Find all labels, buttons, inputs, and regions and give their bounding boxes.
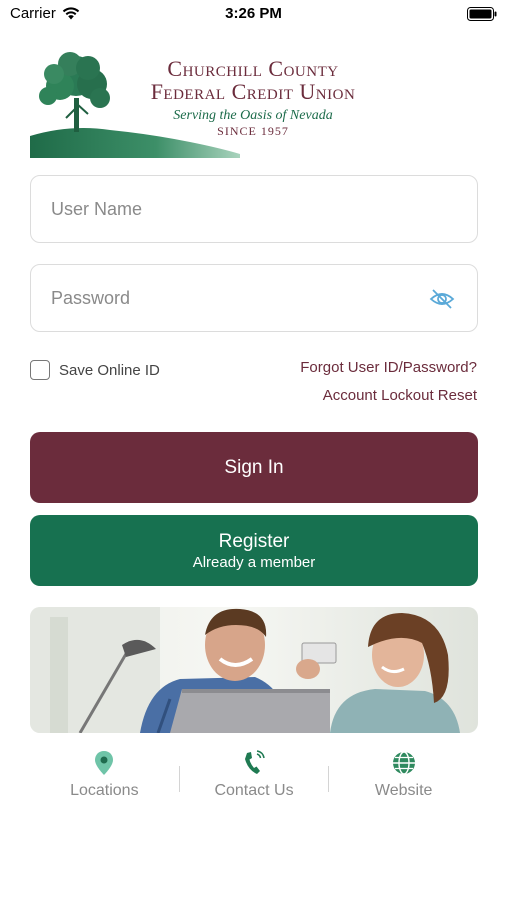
bottom-navigation: Locations Contact Us Website: [30, 750, 478, 810]
nav-locations[interactable]: Locations: [30, 750, 179, 810]
globe-icon: [392, 751, 415, 775]
forgot-credentials-link[interactable]: Forgot User ID/Password?: [300, 359, 477, 376]
password-input[interactable]: [51, 287, 457, 309]
promo-banner-image: [30, 607, 478, 733]
phone-ringing-icon: [245, 750, 265, 774]
logo-since: SINCE 1957: [217, 124, 289, 138]
username-field[interactable]: [30, 175, 478, 243]
nav-contact[interactable]: Contact Us: [180, 750, 329, 810]
username-input[interactable]: [51, 198, 457, 220]
battery-icon: [467, 7, 497, 21]
account-lockout-link[interactable]: Account Lockout Reset: [323, 387, 477, 404]
nav-locations-label: Locations: [70, 782, 139, 799]
logo-wordmark: Churchill County Federal Credit Union Se…: [113, 56, 393, 139]
logo-line-2: Federal Credit Union: [150, 79, 356, 104]
save-online-id[interactable]: Save Online ID: [30, 360, 160, 380]
logo-line-1: Churchill County: [167, 56, 339, 81]
register-title: Register: [218, 530, 290, 552]
save-id-checkbox[interactable]: [30, 360, 50, 380]
map-pin-icon: [95, 751, 114, 775]
sign-in-button[interactable]: Sign In: [30, 432, 478, 503]
sign-in-label: Sign In: [224, 456, 284, 478]
nav-contact-label: Contact Us: [214, 782, 294, 799]
logo-tagline: Serving the Oasis of Nevada: [173, 108, 333, 123]
nav-website[interactable]: Website: [329, 750, 478, 810]
save-id-label: Save Online ID: [59, 361, 160, 379]
register-subtitle: Already a member: [192, 553, 316, 571]
eye-slash-icon[interactable]: [429, 287, 455, 311]
clock: 3:26 PM: [225, 5, 282, 22]
status-bar: Carrier 3:26 PM: [0, 0, 507, 30]
register-button[interactable]: Register Already a member: [30, 515, 478, 586]
nav-website-label: Website: [374, 782, 433, 799]
password-field[interactable]: [30, 264, 478, 332]
